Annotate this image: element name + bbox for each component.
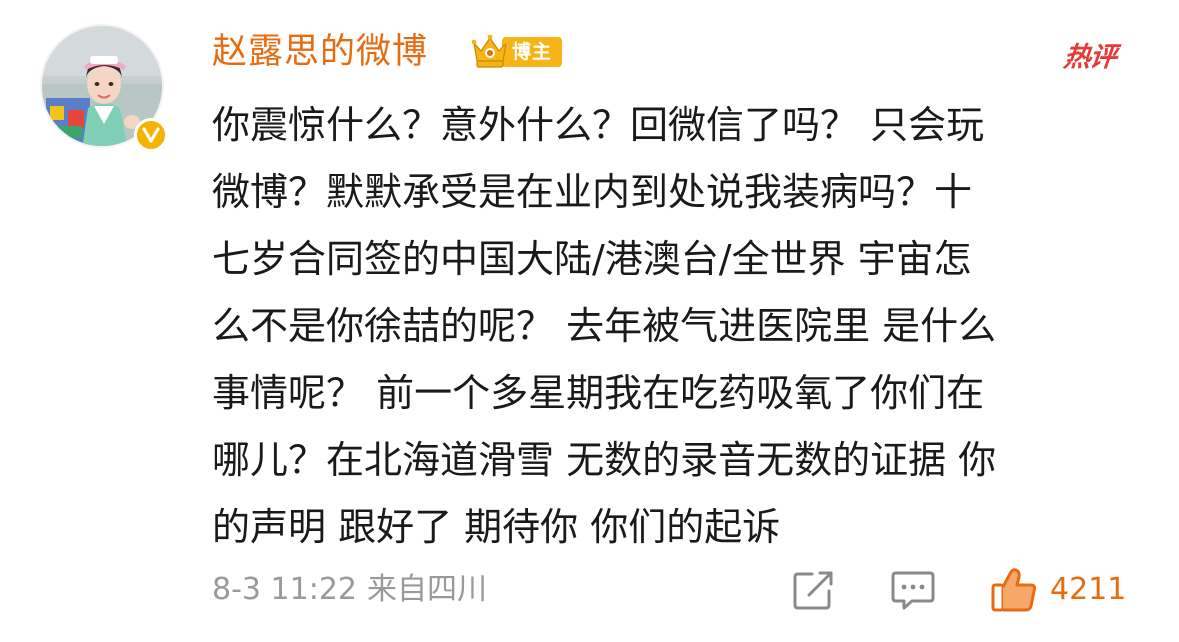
comment-icon <box>891 571 935 610</box>
timestamp: 8-3 11:22 <box>212 572 357 607</box>
location: 来自四川 <box>367 572 487 607</box>
username-link[interactable]: 赵露思的微博 <box>212 28 428 76</box>
content-line: 事情呢？ 前一个多星期我在吃药吸氧了你们在 <box>212 371 985 415</box>
share-button[interactable] <box>792 566 836 614</box>
content-line: 微博？默默承受是在业内到处说我装病吗？十 <box>212 170 973 214</box>
crown-badge-icon <box>470 33 509 71</box>
blogger-badge-label: 博主 <box>502 37 563 67</box>
hot-comment-label: 热评 <box>1062 41 1118 73</box>
thumbs-up-icon <box>991 568 1037 612</box>
content-line: 你震惊什么？意外什么？回微信了吗？ 只会玩 <box>212 103 985 147</box>
comment-button[interactable] <box>890 566 936 614</box>
post-meta: 8-3 11:22 来自四川 <box>212 568 487 612</box>
content-line: 么不是你徐喆的呢？ 去年被气进医院里 是什么 <box>212 304 997 348</box>
blogger-badge[interactable]: 博主 <box>470 32 563 72</box>
hot-comment-tag: 热评 <box>1058 34 1122 74</box>
content-line: 哪儿？在北海道滑雪 无数的录音无数的证据 你 <box>212 438 997 482</box>
avatar-container[interactable] <box>40 24 168 152</box>
share-edit-icon <box>793 571 833 610</box>
like-count: 4211 <box>1050 572 1127 607</box>
verified-v-icon <box>134 118 168 152</box>
like-button[interactable]: 4211 <box>990 566 1126 614</box>
content-line: 的声明 跟好了 期待你 你们的起诉 <box>212 505 781 549</box>
content-line: 七岁合同签的中国大陆/港澳台/全世界 宇宙怎 <box>212 237 972 281</box>
post-content: 你震惊什么？意外什么？回微信了吗？ 只会玩 微博？默默承受是在业内到处说我装病吗… <box>212 92 1142 561</box>
